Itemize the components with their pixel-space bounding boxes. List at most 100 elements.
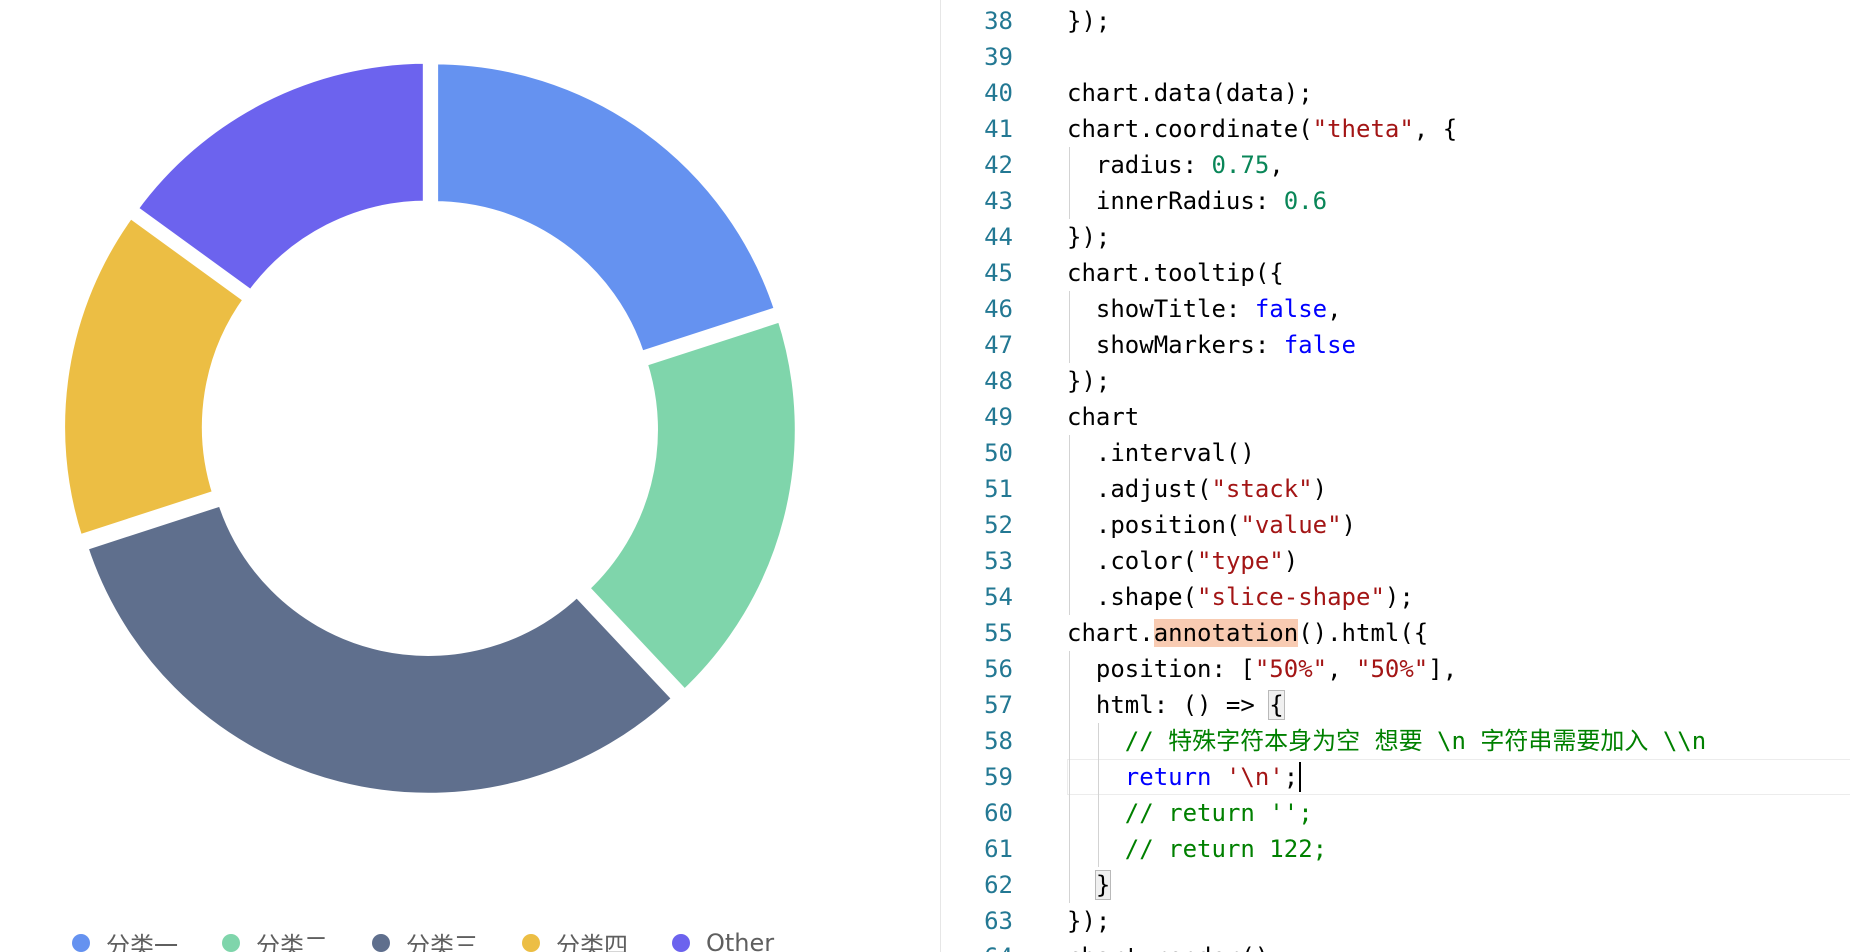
code-token: { [1268,690,1285,720]
code-line[interactable]: 55 chart.annotation().html({ [941,615,1850,651]
indent-guide [1097,795,1099,831]
line-number: 56 [984,655,1013,683]
line-number: 64 [941,939,1013,952]
indent-guide [1069,435,1070,471]
legend-item-2[interactable]: 分类二 [222,926,328,952]
code-token: }); [1067,223,1111,251]
code-line[interactable]: 42 radius: 0.75, [941,147,1850,183]
code-line[interactable]: 54 .shape("slice-shape"); [941,579,1850,615]
line-number: 53 [984,547,1013,575]
code-token: , [1327,295,1342,323]
code-text: chart.coordinate("theta", { [1067,111,1457,147]
code-text: // return 122; [1125,831,1327,867]
code-token: position: [ [1095,655,1255,683]
code-text: chart.data(data); [1067,75,1313,111]
indent-guide [1069,291,1070,327]
code-line[interactable]: 52 .position("value") [941,507,1850,543]
indent-guide [1069,147,1070,183]
code-token: false [1254,295,1328,323]
legend-item-5[interactable]: Other [672,929,774,952]
legend-marker-icon [672,934,690,952]
code-line[interactable]: 57 html: () => { [941,687,1850,723]
code-token: "50%" [1254,655,1328,683]
line-number: 42 [984,151,1013,179]
line-number: 50 [984,439,1013,467]
line-number: 40 [984,79,1013,107]
indent-guide [1069,651,1070,687]
code-line[interactable]: 38}); [941,3,1850,39]
code-token: chart.coordinate( [1067,115,1313,143]
code-text: innerRadius: 0.6 [1096,183,1327,219]
legend-label: 分类三 [406,931,478,952]
code-line[interactable]: 45 chart.tooltip({ [941,255,1850,291]
code-line[interactable]: 58 // 特殊字符本身为空 想要 \n 字符串需要加入 \\n [941,723,1850,759]
code-text: html: () => { [1095,687,1285,723]
code-line[interactable]: 47 showMarkers: false [941,327,1850,363]
legend-label: 分类二 [256,931,328,952]
code-token: 0.75 [1211,151,1270,179]
code-token: showTitle: [1095,295,1255,323]
donut-slice-3[interactable] [78,496,682,801]
code-line[interactable]: 40 chart.data(data); [941,75,1850,111]
code-line[interactable]: 49 chart [941,399,1850,435]
legend-item-1[interactable]: 分类一 [72,926,178,952]
code-line[interactable]: 62} [941,867,1850,903]
code-line[interactable]: 63}); [941,903,1850,939]
code-token: .position( [1095,511,1241,539]
line-number: 44 [984,223,1013,251]
code-line[interactable]: 39 [941,39,1850,75]
indent-guide [1069,867,1070,903]
code-line[interactable]: 60 // return ''; [941,795,1850,831]
indent-guide [1069,795,1070,831]
indent-guide [1069,183,1070,219]
code-token: , [1327,655,1356,683]
donut-slice-1[interactable] [430,56,784,361]
code-line[interactable]: 59 return '\n'; [941,759,1850,795]
code-token: .color( [1095,547,1198,575]
chart-pane: 分类一 分类二 分类三 分类四 Other [0,0,940,952]
line-number: 49 [984,403,1013,431]
line-number: 48 [984,367,1013,395]
code-token: annotation [1153,619,1299,647]
code-token: }); [1067,367,1111,395]
code-text: .adjust("stack") [1096,471,1327,507]
indent-guide [1069,759,1070,795]
code-line[interactable]: 64 chart.render(); [941,939,1850,952]
indent-guide [1069,327,1070,363]
code-line[interactable]: 50 .interval() [941,435,1850,471]
code-text: .shape("slice-shape"); [1096,579,1414,615]
code-line[interactable]: 46 showTitle: false, [941,291,1850,327]
code-token: ) [1312,475,1328,503]
code-token: html: () => [1095,691,1270,719]
code-token: chart.tooltip({ [1067,259,1284,287]
code-token: ; [1283,763,1299,791]
code-token: "type" [1197,547,1284,575]
code-token: ().html({ [1298,619,1429,647]
code-text: chart.annotation().html({ [1067,615,1428,651]
text-caret [1299,762,1302,792]
code-token: }); [1067,7,1111,35]
indent-guide [1069,831,1070,867]
code-line[interactable]: 44}); [941,219,1850,255]
code-token: .interval() [1095,439,1255,467]
code-token: return [1124,763,1212,791]
legend-item-3[interactable]: 分类三 [372,926,478,952]
code-line[interactable]: 48}); [941,363,1850,399]
line-number: 51 [984,475,1013,503]
code-text: chart.tooltip({ [1067,255,1284,291]
code-text: .interval() [1096,435,1255,471]
legend-marker-icon [72,934,90,952]
line-number: 54 [984,583,1013,611]
code-line[interactable]: 51 .adjust("stack") [941,471,1850,507]
line-number: 59 [984,763,1013,791]
code-line[interactable]: 61 // return 122; [941,831,1850,867]
code-line[interactable]: 43 innerRadius: 0.6 [941,183,1850,219]
code-line[interactable]: 53 .color("type") [941,543,1850,579]
code-token: "value" [1240,511,1342,539]
code-line[interactable]: 56 position: ["50%", "50%"], [941,651,1850,687]
code-token: // return 122; [1124,835,1328,863]
code-editor[interactable]: 38}); 39 40 chart.data(data); 41 chart.coordi… [941,0,1850,952]
code-line[interactable]: 41 chart.coordinate("theta", { [941,111,1850,147]
legend-item-4[interactable]: 分类四 [522,926,628,952]
line-number: 61 [984,835,1013,863]
